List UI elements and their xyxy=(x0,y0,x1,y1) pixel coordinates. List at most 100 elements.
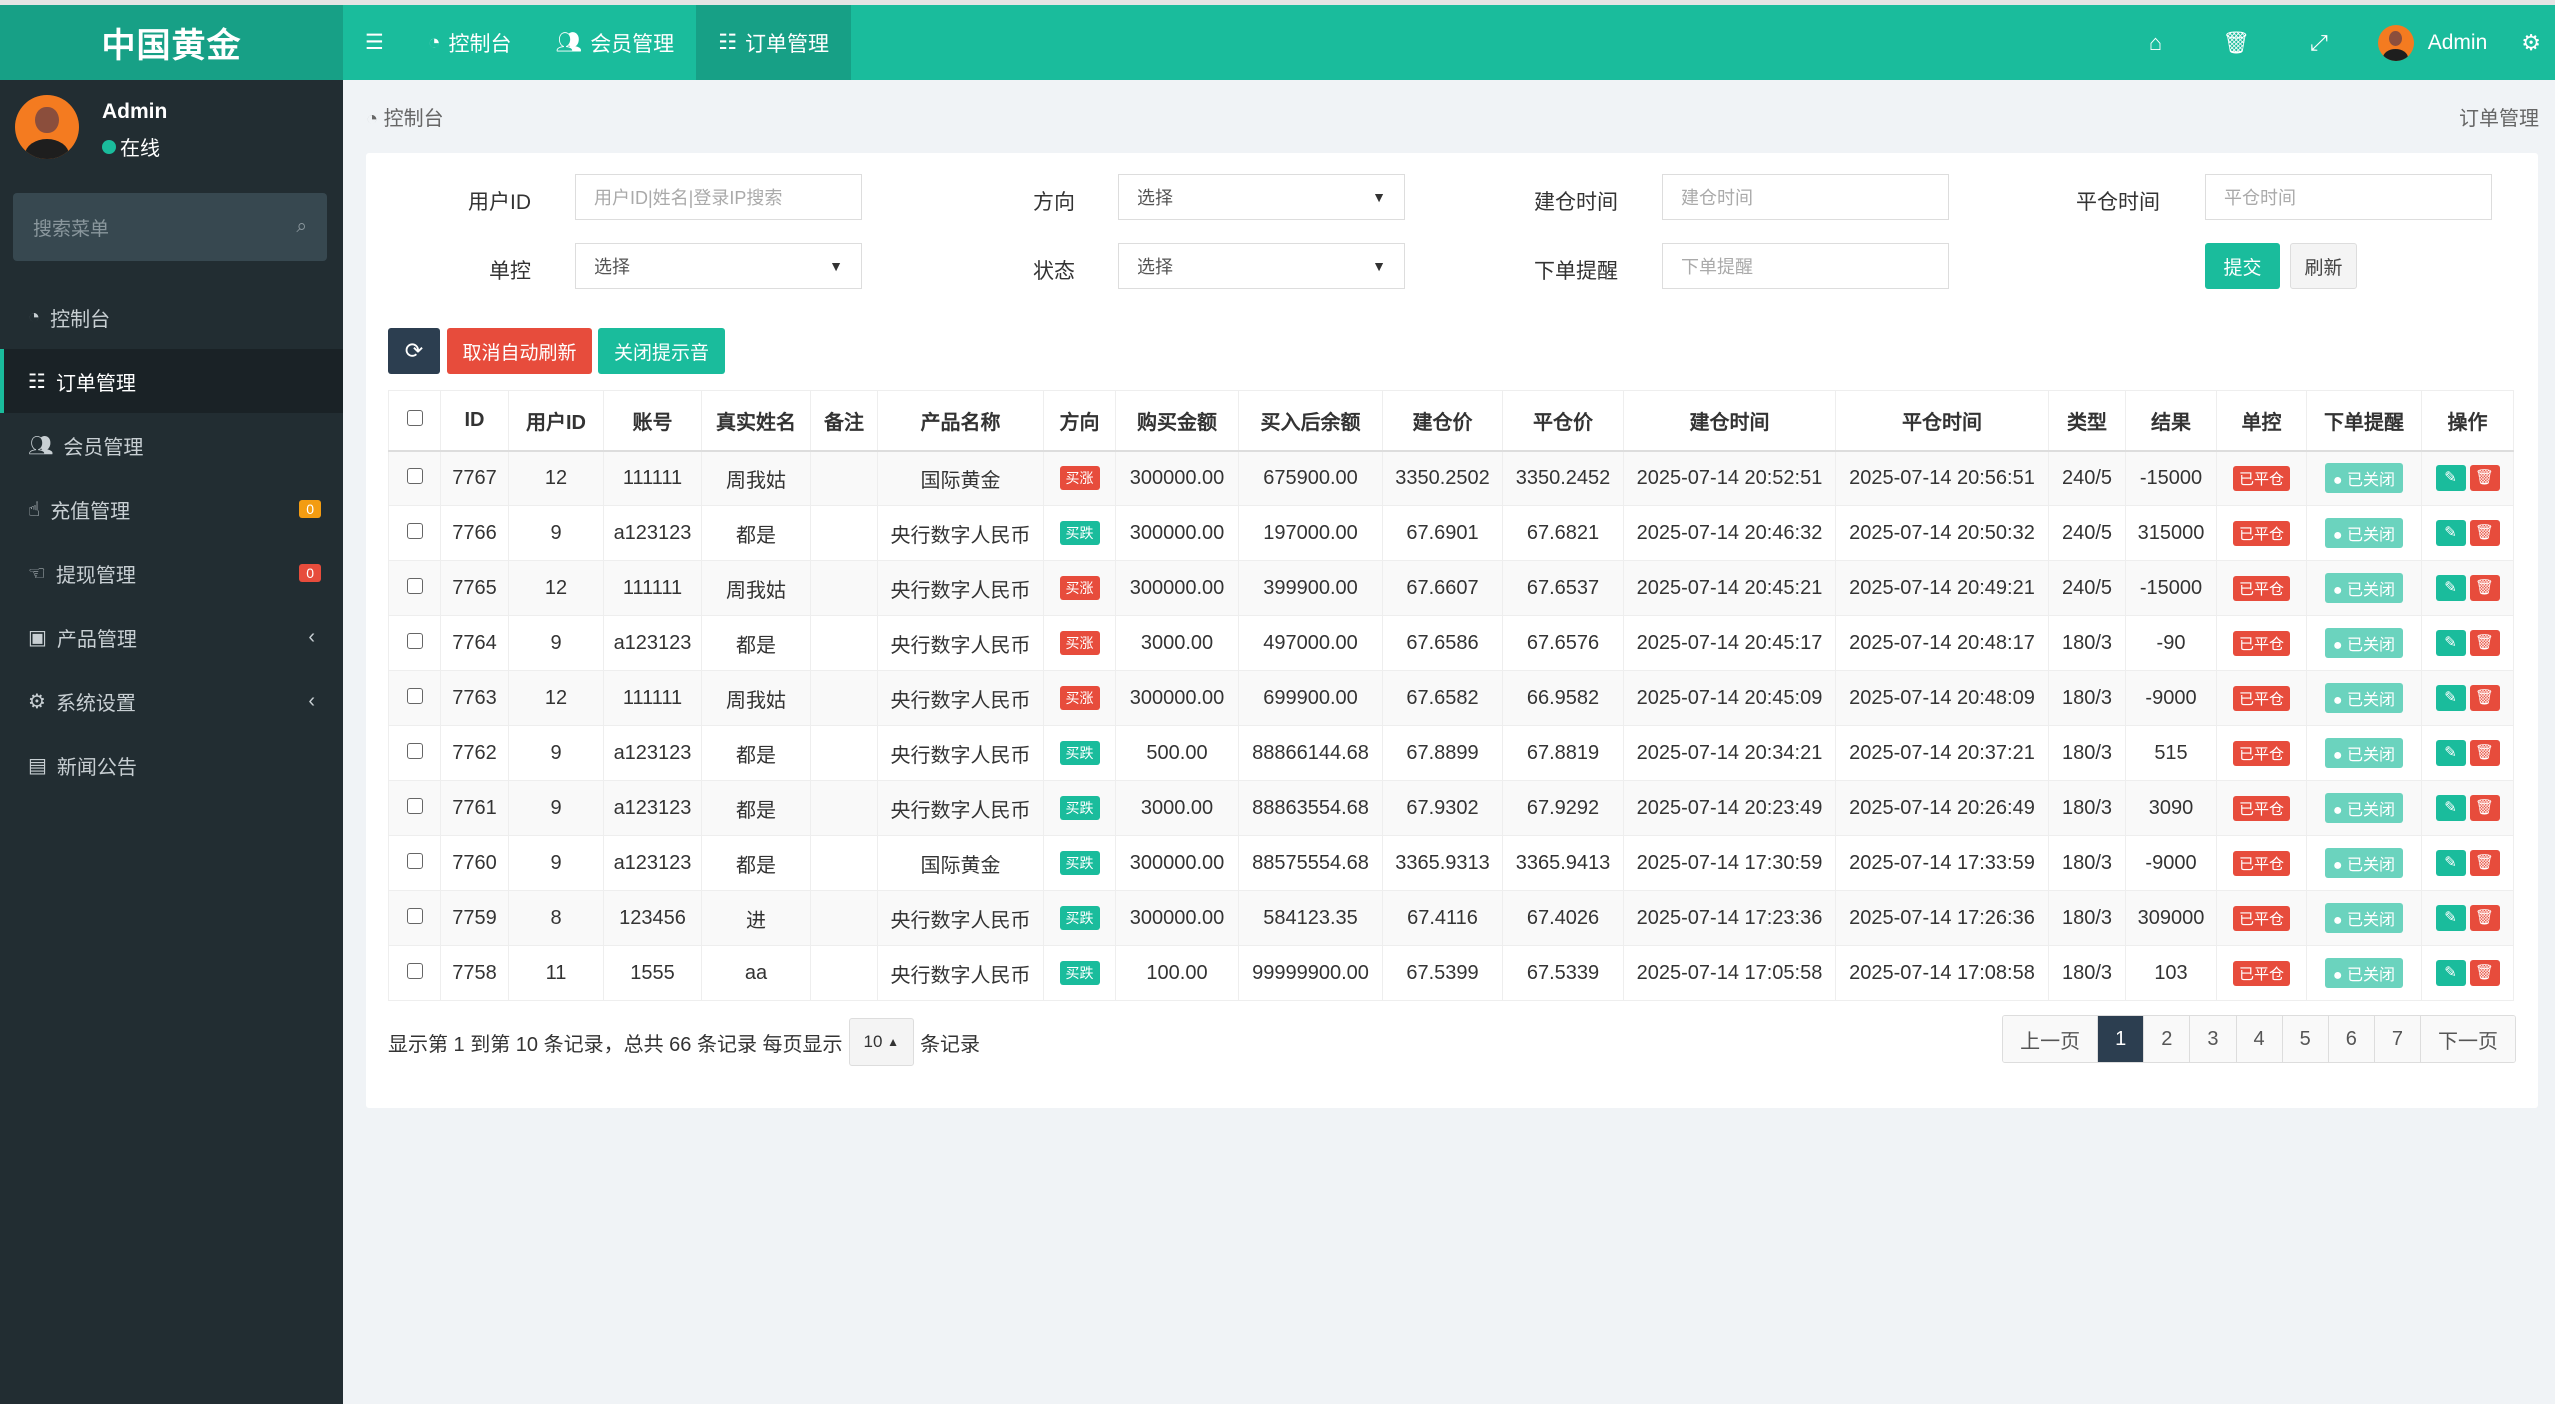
alert-off-toggle[interactable]: ● 已关闭 xyxy=(2324,848,2404,878)
submit-button[interactable]: 提交 xyxy=(2205,243,2280,289)
row-checkbox[interactable] xyxy=(388,835,441,891)
topnav-orders[interactable]: ☷ 订单管理 xyxy=(696,5,852,80)
closed-position-badge[interactable]: 已平仓 xyxy=(2232,905,2290,931)
reset-button[interactable]: 刷新 xyxy=(2290,243,2357,289)
edit-button[interactable]: ✎ xyxy=(2435,520,2466,546)
row-checkbox[interactable] xyxy=(388,450,441,506)
alert-off-toggle[interactable]: ● 已关闭 xyxy=(2324,738,2404,768)
row-checkbox[interactable] xyxy=(388,725,441,781)
cell-actions: ✎ 🗑︎ xyxy=(2421,450,2514,506)
sidebar-item-withdraw[interactable]: ☜ 提现管理 0 xyxy=(0,541,343,605)
avatar[interactable] xyxy=(2377,24,2414,61)
trash-icon[interactable]: 🗑︎ xyxy=(2192,30,2280,56)
delete-button[interactable]: 🗑︎ xyxy=(2469,685,2500,711)
closed-position-badge[interactable]: 已平仓 xyxy=(2232,630,2290,656)
closed-position-badge[interactable]: 已平仓 xyxy=(2232,520,2290,546)
sidebar-item-dashboard[interactable]: ◔ 控制台 xyxy=(0,285,343,349)
sidebar-item-settings[interactable]: ⚙ 系统设置 ‹ xyxy=(0,669,343,733)
edit-button[interactable]: ✎ xyxy=(2435,465,2466,492)
edit-button[interactable]: ✎ xyxy=(2435,575,2466,601)
order-alert-input[interactable]: 下单提醒 xyxy=(1662,243,1949,289)
sidebar-item-members[interactable]: 👥︎ 会员管理 xyxy=(0,413,343,477)
close-time-input[interactable]: 平仓时间 xyxy=(2205,174,2492,220)
alert-off-toggle[interactable]: ● 已关闭 xyxy=(2324,518,2404,548)
closed-position-badge[interactable]: 已平仓 xyxy=(2232,685,2290,711)
row-checkbox[interactable] xyxy=(388,615,441,671)
mute-alert-button[interactable]: 关闭提示音 xyxy=(598,328,725,374)
fullscreen-icon[interactable]: ⤢ xyxy=(2280,30,2358,56)
topnav-members[interactable]: 👥︎ 会员管理 xyxy=(534,5,697,80)
prev-page-button[interactable]: 上一页 xyxy=(2003,1016,2099,1062)
refresh-button[interactable]: ⟳ xyxy=(388,328,440,374)
menu-search-input[interactable]: 搜索菜单 ⌕ xyxy=(13,193,327,261)
edit-button[interactable]: ✎ xyxy=(2435,740,2466,766)
alert-off-toggle[interactable]: ● 已关闭 xyxy=(2324,958,2404,988)
home-icon[interactable]: ⌂ xyxy=(2119,30,2192,56)
topnav-username[interactable]: Admin xyxy=(2414,31,2522,55)
status-select[interactable]: 选择 ▼ xyxy=(1118,243,1405,289)
sidebar-toggle-button[interactable]: ☰ xyxy=(343,5,406,80)
next-page-button[interactable]: 下一页 xyxy=(2421,1016,2515,1062)
closed-position-badge[interactable]: 已平仓 xyxy=(2232,740,2290,766)
edit-button[interactable]: ✎ xyxy=(2435,960,2466,986)
select-all-checkbox[interactable] xyxy=(388,390,441,452)
row-checkbox[interactable] xyxy=(388,560,441,616)
delete-button[interactable]: 🗑︎ xyxy=(2469,960,2500,986)
delete-button[interactable]: 🗑︎ xyxy=(2469,630,2500,656)
delete-button[interactable]: 🗑︎ xyxy=(2469,465,2500,492)
control-select[interactable]: 选择 ▼ xyxy=(575,243,862,289)
delete-button[interactable]: 🗑︎ xyxy=(2469,905,2500,931)
closed-position-badge[interactable]: 已平仓 xyxy=(2232,795,2290,821)
edit-button[interactable]: ✎ xyxy=(2435,905,2466,931)
page-button[interactable]: 6 xyxy=(2328,1016,2375,1062)
page-button[interactable]: 3 xyxy=(2190,1016,2237,1062)
table-cell xyxy=(810,505,878,561)
edit-button[interactable]: ✎ xyxy=(2435,795,2466,821)
settings-icon[interactable]: ⚙ xyxy=(2521,30,2555,56)
page-button[interactable]: 4 xyxy=(2236,1016,2283,1062)
column-header: 类型 xyxy=(2048,390,2126,452)
gears-icon: ⚙ xyxy=(28,690,46,713)
row-checkbox[interactable] xyxy=(388,670,441,726)
topnav-dashboard[interactable]: ◔ 控制台 xyxy=(406,5,534,80)
alert-off-toggle[interactable]: ● 已关闭 xyxy=(2324,628,2404,658)
alert-off-toggle[interactable]: ● 已关闭 xyxy=(2324,903,2404,933)
closed-position-badge[interactable]: 已平仓 xyxy=(2232,465,2290,491)
search-icon[interactable]: ⌕ xyxy=(296,216,307,238)
brand-logo[interactable]: 中国黄金 xyxy=(0,5,343,80)
delete-button[interactable]: 🗑︎ xyxy=(2469,795,2500,821)
delete-button[interactable]: 🗑︎ xyxy=(2469,575,2500,601)
page-size-select[interactable]: 10 ▲ xyxy=(848,1018,915,1066)
edit-button[interactable]: ✎ xyxy=(2435,685,2466,711)
order-alert-label: 下单提醒 xyxy=(1534,260,1618,283)
page-button[interactable]: 7 xyxy=(2374,1016,2421,1062)
edit-button[interactable]: ✎ xyxy=(2435,850,2466,876)
page-button[interactable]: 1 xyxy=(2098,1016,2145,1062)
direction-select[interactable]: 选择 ▼ xyxy=(1118,174,1405,220)
alert-off-toggle[interactable]: ● 已关闭 xyxy=(2324,793,2404,823)
closed-position-badge[interactable]: 已平仓 xyxy=(2232,850,2290,876)
delete-button[interactable]: 🗑︎ xyxy=(2469,520,2500,546)
closed-position-badge[interactable]: 已平仓 xyxy=(2232,960,2290,986)
row-checkbox[interactable] xyxy=(388,780,441,836)
sidebar-item-news[interactable]: ▤ 新闻公告 xyxy=(0,733,343,797)
open-time-input[interactable]: 建仓时间 xyxy=(1662,174,1949,220)
sidebar-item-products[interactable]: ▣ 产品管理 ‹ xyxy=(0,605,343,669)
delete-button[interactable]: 🗑︎ xyxy=(2469,850,2500,876)
sidebar-item-recharge[interactable]: ☝ 充值管理 0 xyxy=(0,477,343,541)
page-button[interactable]: 5 xyxy=(2282,1016,2329,1062)
breadcrumb-home[interactable]: 控制台 xyxy=(384,108,444,130)
closed-position-badge[interactable]: 已平仓 xyxy=(2232,575,2290,601)
sidebar-item-orders[interactable]: ☷ 订单管理 xyxy=(0,349,343,413)
row-checkbox[interactable] xyxy=(388,945,441,1001)
page-button[interactable]: 2 xyxy=(2144,1016,2191,1062)
alert-off-toggle[interactable]: ● 已关闭 xyxy=(2324,573,2404,603)
alert-off-toggle[interactable]: ● 已关闭 xyxy=(2324,683,2404,713)
edit-button[interactable]: ✎ xyxy=(2435,630,2466,656)
row-checkbox[interactable] xyxy=(388,890,441,946)
alert-off-toggle[interactable]: ● 已关闭 xyxy=(2324,463,2404,494)
row-checkbox[interactable] xyxy=(388,505,441,561)
user-id-search-input[interactable]: 用户ID|姓名|登录IP搜索 xyxy=(575,174,862,220)
delete-button[interactable]: 🗑︎ xyxy=(2469,740,2500,766)
cancel-auto-refresh-button[interactable]: 取消自动刷新 xyxy=(447,328,592,374)
